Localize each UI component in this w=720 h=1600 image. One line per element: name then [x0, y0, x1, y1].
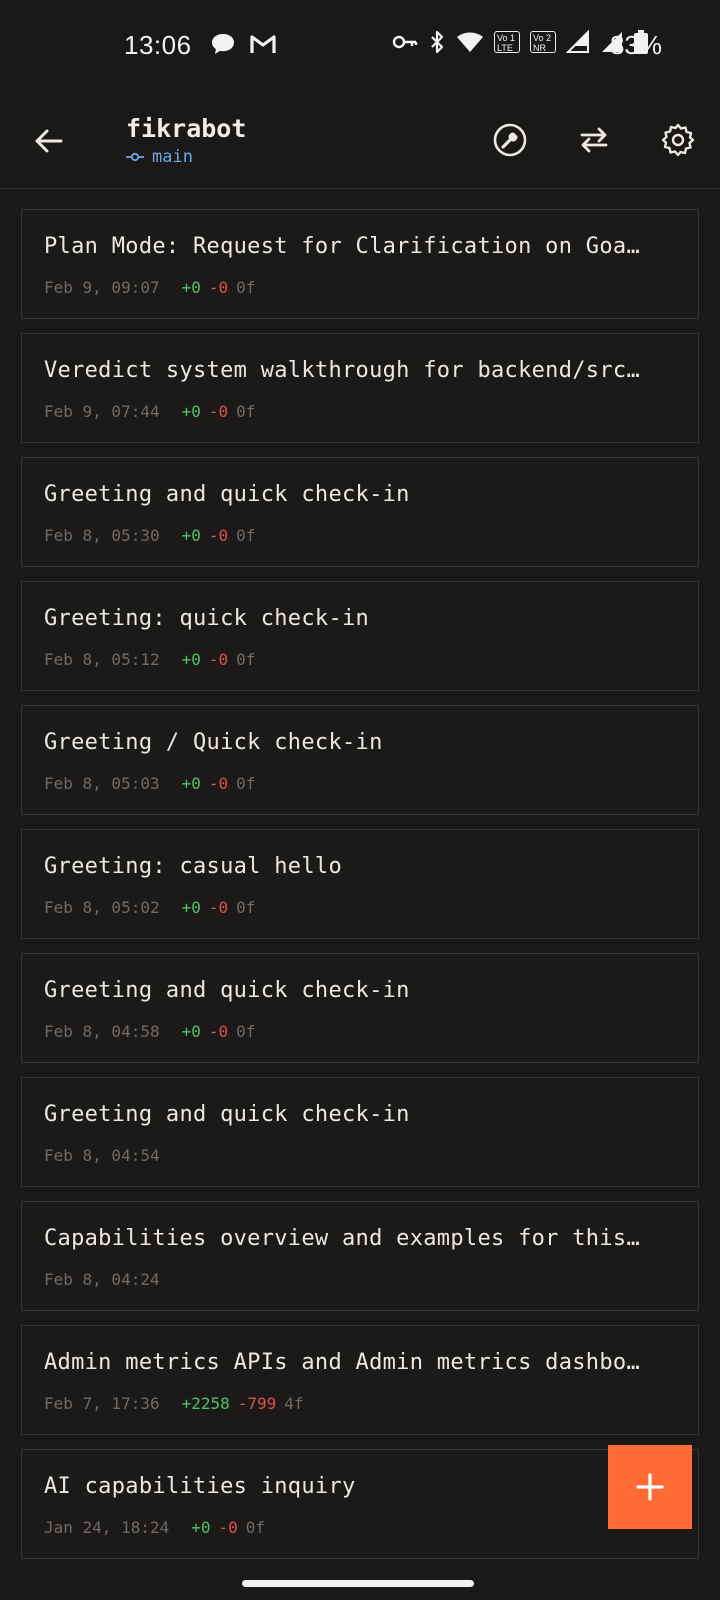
session-title: Plan Mode: Request for Clarification on … — [44, 234, 640, 259]
lines-removed: -0 — [208, 278, 229, 297]
wrench-icon[interactable] — [490, 120, 530, 160]
gear-icon[interactable] — [658, 120, 698, 160]
branch-indicator[interactable]: main — [126, 147, 193, 167]
session-meta: Feb 9, 07:44 +0 -0 0f — [44, 402, 255, 421]
session-card[interactable]: Plan Mode: Request for Clarification on … — [21, 209, 699, 319]
session-title: Greeting and quick check-in — [44, 482, 410, 507]
session-card[interactable]: Greeting and quick check-in Feb 8, 04:58 +… — [21, 953, 699, 1063]
session-card[interactable]: AI capabilities inquiry Jan 24, 18:24 +0 -0… — [21, 1449, 699, 1559]
files-changed: 4f — [284, 1394, 304, 1413]
session-meta: Feb 8, 05:03 +0 -0 0f — [44, 774, 255, 793]
session-date: Feb 8, 04:24 — [44, 1270, 160, 1289]
signal-r-icon — [566, 30, 589, 53]
lines-added: +2258 — [181, 1394, 230, 1413]
session-title: Greeting and quick check-in — [44, 1102, 410, 1127]
session-meta: Jan 24, 18:24 +0 -0 0f — [44, 1518, 265, 1537]
session-title: Greeting and quick check-in — [44, 978, 410, 1003]
lines-added: +0 — [191, 1518, 211, 1537]
volte-lte-icon: Vo 1 LTE — [494, 31, 520, 53]
session-meta: Feb 8, 04:54 — [44, 1146, 182, 1165]
session-date: Feb 7, 17:36 — [44, 1394, 160, 1413]
status-time: 13:06 — [124, 30, 192, 60]
session-meta: Feb 9, 09:07 +0 -0 0f — [44, 278, 255, 297]
lines-added: +0 — [181, 402, 201, 421]
home-indicator[interactable] — [242, 1580, 474, 1587]
session-card[interactable]: Greeting and quick check-in Feb 8, 05:30 +… — [21, 457, 699, 567]
session-date: Feb 9, 09:07 — [44, 278, 160, 297]
session-card[interactable]: Veredict system walkthrough for backend/… — [21, 333, 699, 443]
session-date: Feb 8, 05:02 — [44, 898, 160, 917]
wifi-icon — [457, 32, 483, 52]
session-title: Greeting: casual hello — [44, 854, 342, 879]
lines-added: +0 — [181, 650, 201, 669]
session-card[interactable]: Greeting / Quick check-in Feb 8, 05:03 +0-… — [21, 705, 699, 815]
vpn-key-icon — [392, 35, 418, 49]
session-date: Feb 8, 04:54 — [44, 1146, 160, 1165]
branch-name: main — [152, 147, 193, 167]
lines-removed: -0 — [208, 526, 229, 545]
status-bar: 13:06 Vo 1 LTE Vo 2 NR 83% — [0, 0, 720, 92]
lines-added: +0 — [181, 278, 201, 297]
files-changed: 0f — [236, 526, 256, 545]
gmail-icon — [250, 35, 276, 53]
session-title: Veredict system walkthrough for backend/… — [44, 358, 640, 383]
battery-percent: 83% — [609, 30, 662, 60]
swap-icon[interactable] — [574, 120, 614, 160]
lines-removed: -0 — [208, 650, 229, 669]
session-title: Admin metrics APIs and Admin metrics das… — [44, 1350, 640, 1375]
session-meta: Feb 7, 17:36 +2258 -799 4f — [44, 1394, 304, 1413]
files-changed: 0f — [236, 1022, 256, 1041]
files-changed: 0f — [236, 898, 256, 917]
lines-removed: -799 — [237, 1394, 277, 1413]
lines-removed: -0 — [208, 774, 229, 793]
session-card[interactable]: Greeting: casual hello Feb 8, 05:02 +0 -0 0f — [21, 829, 699, 939]
session-title: Capabilities overview and examples for t… — [44, 1226, 640, 1251]
session-card[interactable]: Greeting and quick check-in Feb 8, 04:54 — [21, 1077, 699, 1187]
files-changed: 0f — [245, 1518, 266, 1537]
session-title: Greeting / Quick check-in — [44, 730, 383, 755]
new-session-button[interactable] — [608, 1445, 692, 1529]
lines-added: +0 — [181, 774, 201, 793]
session-date: Feb 8, 05:30 — [44, 526, 160, 545]
lines-added: +0 — [181, 526, 201, 545]
lines-removed: -0 — [208, 898, 229, 917]
lines-removed: -0 — [208, 1022, 229, 1041]
chat-bubble-icon — [212, 34, 234, 54]
session-date: Feb 9, 07:44 — [44, 402, 160, 421]
lines-removed: -0 — [218, 1518, 238, 1537]
git-commit-icon — [126, 152, 144, 162]
session-card[interactable]: Capabilities overview and examples for t… — [21, 1201, 699, 1311]
lines-added: +0 — [181, 898, 201, 917]
plus-icon — [636, 1473, 664, 1501]
files-changed: 0f — [236, 774, 256, 793]
session-meta: Feb 8, 05:02 +0 -0 0f — [44, 898, 255, 917]
files-changed: 0f — [236, 278, 256, 297]
session-title: AI capabilities inquiry — [44, 1474, 356, 1499]
lines-added: +0 — [181, 1022, 201, 1041]
session-date: Feb 8, 04:58 — [44, 1022, 160, 1041]
page-title: fikrabot — [126, 114, 247, 143]
back-arrow-icon[interactable] — [30, 122, 68, 160]
session-date: Feb 8, 05:03 — [44, 774, 160, 793]
bluetooth-icon — [431, 30, 444, 54]
session-meta: Feb 8, 04:24 — [44, 1270, 182, 1289]
session-meta: Feb 8, 05:30 +0 -0 0f — [44, 526, 255, 545]
session-list: Plan Mode: Request for Clarification on … — [21, 209, 699, 1573]
session-date: Jan 24, 18:24 — [44, 1518, 170, 1537]
app-header: fikrabot main — [0, 92, 720, 189]
vonr-icon: Vo 2 NR — [530, 31, 556, 53]
session-card[interactable]: Greeting: quick check-in Feb 8, 05:12 +0 -0… — [21, 581, 699, 691]
session-meta: Feb 8, 04:58 +0 -0 0f — [44, 1022, 255, 1041]
session-title: Greeting: quick check-in — [44, 606, 370, 631]
lines-removed: -0 — [208, 402, 229, 421]
files-changed: 0f — [236, 650, 256, 669]
files-changed: 0f — [236, 402, 256, 421]
session-date: Feb 8, 05:12 — [44, 650, 160, 669]
session-meta: Feb 8, 05:12 +0 -0 0f — [44, 650, 255, 669]
session-card[interactable]: Admin metrics APIs and Admin metrics das… — [21, 1325, 699, 1435]
